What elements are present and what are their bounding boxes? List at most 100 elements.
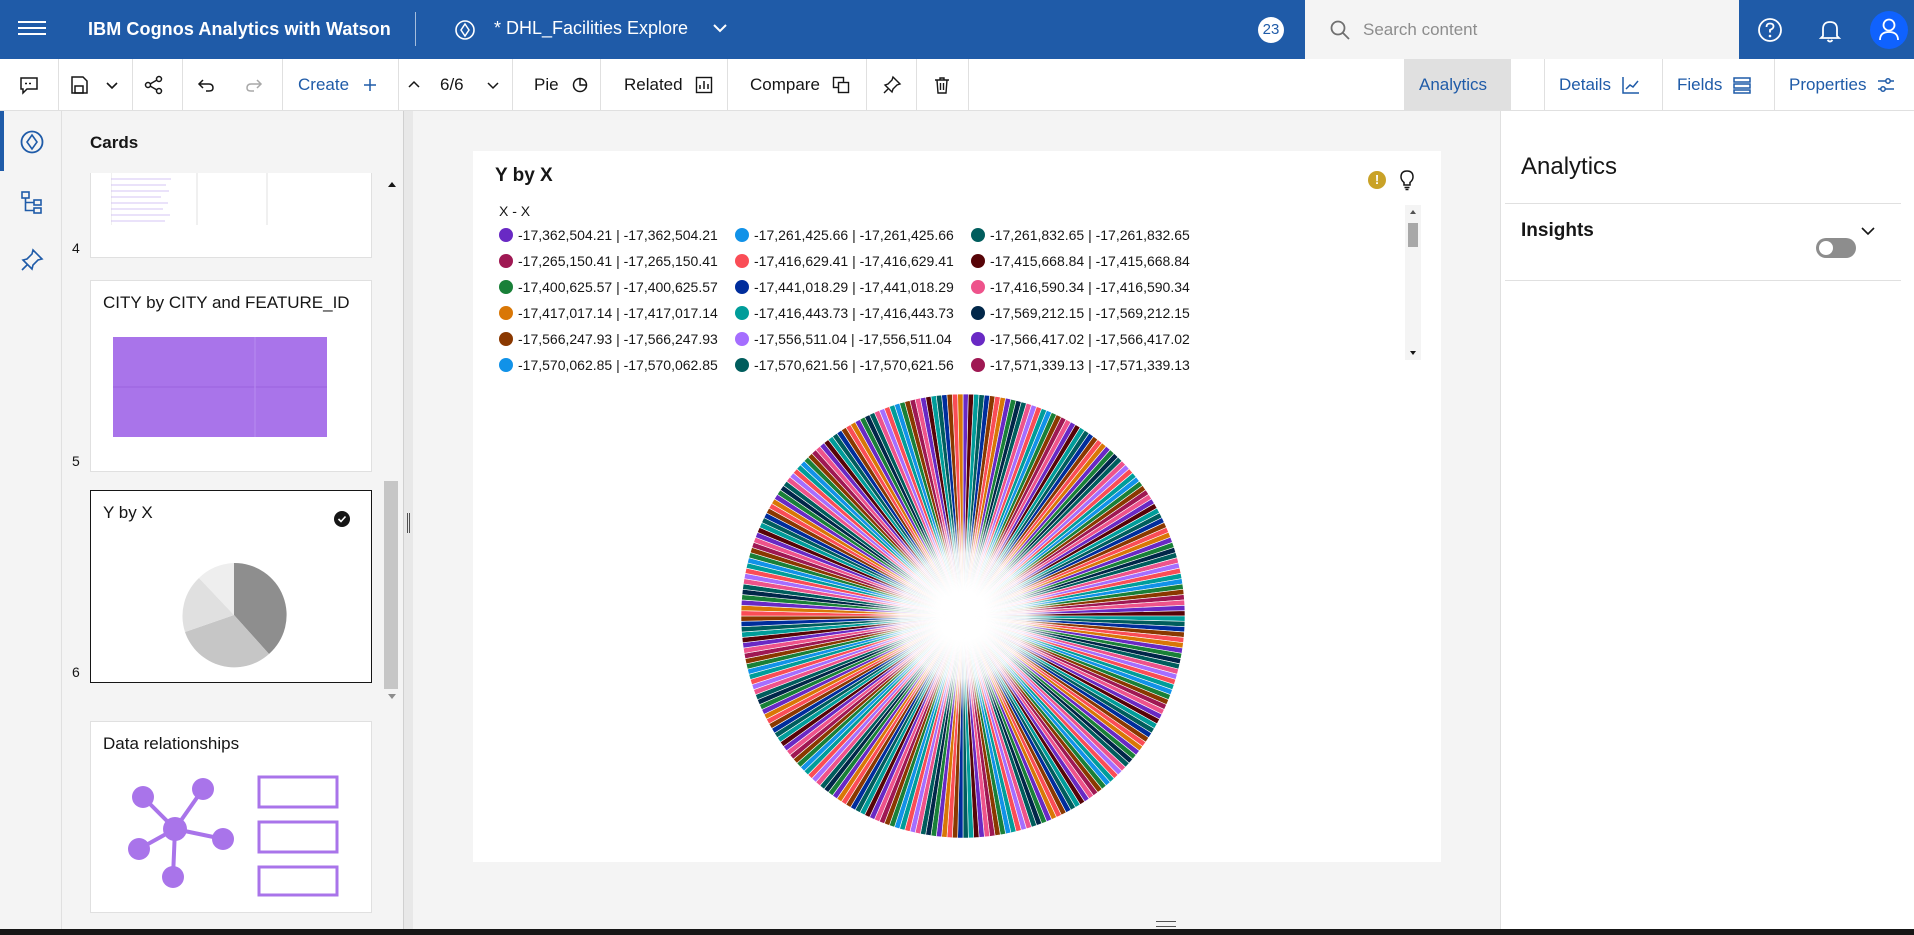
legend-item[interactable]: -17,400,625.57 | -17,400,625.57 — [495, 277, 731, 296]
redo-button[interactable] — [244, 59, 264, 111]
legend-item[interactable]: -17,566,247.93 | -17,566,247.93 — [495, 329, 731, 348]
tab-analytics[interactable]: Analytics — [1404, 59, 1511, 111]
legend-item[interactable]: -17,416,590.34 | -17,416,590.34 — [967, 277, 1203, 296]
legend-item[interactable]: -17,556,511.04 | -17,556,511.04 — [731, 329, 967, 348]
card-item[interactable]: Data relationships — [90, 721, 372, 913]
legend-scrollbar-thumb[interactable] — [1408, 223, 1418, 247]
scroll-down-icon[interactable] — [385, 691, 399, 703]
legend-item[interactable]: -17,416,629.41 | -17,416,629.41 — [731, 251, 967, 270]
share-button[interactable] — [144, 59, 164, 111]
panel-resize-handle[interactable] — [403, 111, 413, 931]
legend-swatch — [735, 305, 749, 320]
topbar-divider — [415, 12, 416, 46]
legend-item[interactable]: -17,566,417.02 | -17,566,417.02 — [967, 329, 1203, 348]
comment-button[interactable] — [18, 59, 40, 111]
search-input[interactable] — [1363, 14, 1723, 46]
analytics-panel: Analytics Insights — [1500, 111, 1914, 935]
tab-properties-label: Properties — [1789, 75, 1867, 94]
pie-chart[interactable] — [733, 386, 1193, 846]
save-options-button[interactable] — [104, 59, 120, 111]
previous-card-button[interactable] — [406, 59, 422, 111]
chevron-down-icon[interactable] — [710, 18, 730, 38]
visualization-type-button[interactable]: Pie — [534, 59, 589, 111]
data-tree-icon[interactable] — [18, 188, 46, 216]
next-card-button[interactable] — [485, 59, 501, 111]
toggle-knob — [1819, 241, 1833, 255]
legend-item[interactable]: -17,416,443.73 | -17,416,443.73 — [731, 303, 967, 322]
scroll-up-icon[interactable] — [385, 178, 399, 190]
tab-fields[interactable]: Fields — [1662, 59, 1773, 111]
card-item[interactable] — [90, 173, 372, 258]
card-number: 4 — [72, 240, 80, 256]
visualization-title: Y by X — [495, 165, 553, 186]
undo-button[interactable] — [196, 59, 216, 111]
save-button[interactable] — [68, 59, 90, 111]
cards-scrollbar-thumb[interactable] — [384, 481, 398, 689]
lightbulb-icon[interactable] — [1397, 169, 1417, 191]
chart-legend: X - X -17,362,504.21 | -17,362,504.21 -17… — [495, 201, 1425, 373]
insights-toggle[interactable] — [1816, 238, 1856, 258]
related-button[interactable]: Related — [624, 59, 713, 111]
legend-item[interactable]: -17,362,504.21 | -17,362,504.21 — [495, 225, 731, 244]
legend-scrollbar[interactable] — [1405, 205, 1421, 360]
legend-item[interactable]: -17,570,062.85 | -17,570,062.85 — [495, 355, 731, 374]
legend-swatch — [971, 305, 985, 320]
legend-item[interactable]: -17,261,832.65 | -17,261,832.65 — [967, 225, 1203, 244]
legend-item[interactable]: -17,570,621.56 | -17,570,621.56 — [731, 355, 967, 374]
legend-item[interactable]: -17,415,668.84 | -17,415,668.84 — [967, 251, 1203, 270]
create-button[interactable]: Create — [298, 59, 379, 111]
delete-button[interactable] — [932, 59, 952, 111]
card-thumbnail-icon — [113, 337, 327, 437]
document-title[interactable]: * DHL_Facilities Explore — [494, 18, 688, 39]
compare-button[interactable]: Compare — [750, 59, 850, 111]
scroll-up-icon[interactable] — [1405, 207, 1421, 217]
legend-label: -17,570,621.56 | -17,570,621.56 — [754, 356, 954, 373]
pin-button[interactable] — [882, 59, 902, 111]
create-label: Create — [298, 75, 350, 94]
tab-details[interactable]: Details — [1544, 59, 1662, 111]
legend-label: -17,415,668.84 | -17,415,668.84 — [990, 252, 1190, 269]
hamburger-menu-icon[interactable] — [18, 17, 46, 41]
tab-details-label: Details — [1559, 75, 1611, 94]
warning-icon[interactable]: ! — [1368, 171, 1386, 189]
legend-item[interactable]: -17,569,212.15 | -17,569,212.15 — [967, 303, 1203, 322]
legend-swatch — [499, 279, 513, 294]
notification-count-badge[interactable]: 23 — [1258, 17, 1284, 43]
visualization-card[interactable]: Y by X ! X - X -17,362,504.21 | -17,362,… — [473, 151, 1441, 862]
legend-grid: -17,362,504.21 | -17,362,504.21 -17,261,4… — [495, 225, 1415, 374]
legend-label: -17,400,625.57 | -17,400,625.57 — [518, 278, 718, 295]
share-icon — [144, 75, 163, 95]
scroll-down-icon[interactable] — [1405, 348, 1421, 358]
pin-icon[interactable] — [18, 246, 46, 274]
checkmark-icon — [334, 511, 350, 527]
legend-label: -17,261,425.66 | -17,261,425.66 — [754, 226, 954, 243]
legend-label: -17,570,062.85 | -17,570,062.85 — [518, 356, 718, 373]
legend-swatch — [735, 279, 749, 294]
legend-item[interactable]: -17,417,017.14 | -17,417,017.14 — [495, 303, 731, 322]
card-item-selected[interactable]: Y by X — [90, 490, 372, 683]
legend-item[interactable]: -17,441,018.29 | -17,441,018.29 — [731, 277, 967, 296]
notification-bell-icon[interactable] — [1815, 15, 1845, 45]
legend-label: -17,416,629.41 | -17,416,629.41 — [754, 252, 954, 269]
explore-icon — [455, 20, 475, 40]
legend-swatch — [499, 253, 513, 268]
legend-swatch — [971, 331, 985, 346]
cards-icon[interactable] — [18, 128, 46, 156]
card-item[interactable]: CITY by CITY and FEATURE_ID — [90, 280, 372, 472]
search-box — [1305, 0, 1739, 59]
page-indicator: 6/6 — [440, 75, 464, 94]
card-title: Y by X — [103, 503, 153, 522]
legend-label: -17,362,504.21 | -17,362,504.21 — [518, 226, 718, 243]
legend-swatch — [971, 227, 985, 242]
legend-item[interactable]: -17,571,339.13 | -17,571,339.13 — [967, 355, 1203, 374]
fields-icon — [1733, 77, 1752, 94]
tab-properties[interactable]: Properties — [1774, 59, 1914, 111]
legend-item[interactable]: -17,261,425.66 | -17,261,425.66 — [731, 225, 967, 244]
user-avatar[interactable] — [1870, 11, 1908, 49]
left-rail — [0, 111, 62, 935]
panel-divider — [1505, 203, 1901, 204]
legend-swatch — [971, 253, 985, 268]
legend-item[interactable]: -17,265,150.41 | -17,265,150.41 — [495, 251, 731, 270]
help-icon[interactable] — [1755, 15, 1785, 45]
chevron-down-icon[interactable] — [1859, 222, 1877, 240]
